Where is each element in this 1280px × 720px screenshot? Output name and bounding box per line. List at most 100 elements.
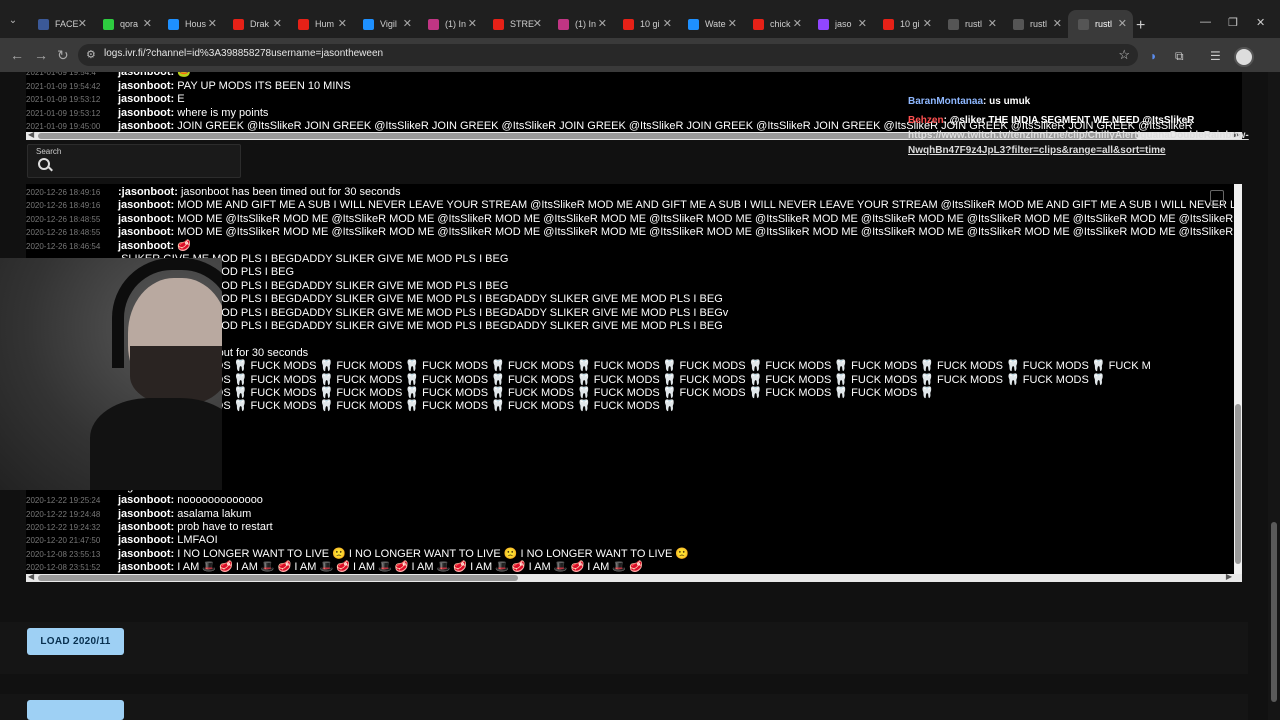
tab-search-icon[interactable]: ⌄ (4, 12, 22, 30)
tab-favicon-icon (1078, 18, 1089, 30)
browser-tab[interactable]: Hous ✕ (158, 10, 223, 38)
log-message: PAY UP MODS ITS BEEN 10 MINS (177, 79, 351, 92)
profile-avatar[interactable] (1234, 47, 1254, 67)
page-scrollbar[interactable] (1268, 72, 1280, 720)
log-line: 2020-12-20 21:47:50 jasonboot: LMFAOI (26, 534, 218, 547)
browser-tab[interactable]: Vigil ✕ (353, 10, 418, 38)
log-message: MOD ME @ItsSlikeR MOD ME @ItsSlikeR MOD … (177, 212, 1242, 225)
extensions-puzzle-icon[interactable]: ⧉ (1175, 49, 1184, 64)
restore-icon[interactable]: ❐ (1228, 16, 1238, 29)
log-timestamp: 2020-12-26 18:48:55 (26, 214, 101, 224)
scrollbar-thumb[interactable] (1235, 404, 1241, 564)
log-timestamp: 2020-12-20 21:47:50 (26, 536, 101, 546)
tab-favicon-icon (948, 18, 959, 30)
tab-close-icon[interactable]: ✕ (1118, 17, 1127, 30)
scrollbar-thumb[interactable] (38, 575, 518, 581)
tab-close-icon[interactable]: ✕ (858, 17, 867, 30)
close-window-icon[interactable]: ✕ (1256, 16, 1265, 29)
tab-close-icon[interactable]: ✕ (598, 17, 607, 30)
reload-icon[interactable]: ↻ (57, 47, 69, 64)
copy-icon[interactable] (1210, 190, 1224, 206)
extension-icon[interactable]: ◗ (1150, 49, 1157, 63)
tab-close-icon[interactable]: ✕ (1053, 17, 1062, 30)
new-tab-icon[interactable]: + (1136, 17, 1145, 35)
log-timestamp: 2020-12-26 18:49:16 (26, 201, 101, 211)
tab-close-icon[interactable]: ✕ (273, 17, 282, 30)
minimize-icon[interactable]: — (1200, 16, 1211, 28)
url-input[interactable]: ⚙ logs.ivr.fi/?channel=id%3A398858278use… (78, 44, 1138, 66)
tab-close-icon[interactable]: ✕ (208, 17, 217, 30)
page-scrollbar-thumb[interactable] (1271, 522, 1277, 702)
chat-username: Behzen (908, 115, 944, 126)
chat-link: https://www.twitch.tv/tenzinnizne/clip/C… (908, 130, 1249, 141)
back-icon[interactable]: ← (10, 47, 24, 63)
browser-tab[interactable]: rustl ✕ (1068, 10, 1133, 38)
log-message: nooooooooooooo (177, 494, 263, 507)
load-section-next (0, 694, 1248, 720)
log-username: :jasonboot: (118, 186, 178, 198)
tab-favicon-icon (493, 18, 504, 30)
log-message: MOD ME AND GIFT ME A SUB I WILL NEVER LE… (177, 199, 1242, 212)
forward-icon[interactable]: → (34, 47, 48, 63)
scroll-left-icon[interactable]: ◀ (28, 130, 34, 139)
browser-tab[interactable]: 10 gi ✕ (613, 10, 678, 38)
log-username: jasonboot: (118, 521, 175, 533)
log-username: jasonboot: (118, 239, 175, 252)
browser-tab[interactable]: STRE ✕ (483, 10, 548, 38)
tab-strip: ⌄ FACE ✕ qora ✕ Hous ✕ Drak ✕ Hum ✕ Vigil ✕ (1) In ✕ S… (0, 0, 1280, 38)
vertical-scrollbar[interactable] (1234, 184, 1242, 574)
tab-close-icon[interactable]: ✕ (78, 17, 87, 30)
tab-close-icon[interactable]: ✕ (988, 17, 997, 30)
browser-tab[interactable]: FACE ✕ (28, 10, 93, 38)
log-timestamp: 2021-01-09 19:54:42 (26, 81, 101, 91)
search-field[interactable]: Search (27, 144, 241, 178)
load-more-button-next[interactable] (27, 700, 124, 720)
log-line: 2020-12-26 18:48:55 jasonboot: MOD ME @It… (26, 226, 1242, 239)
tab-favicon-icon (103, 18, 114, 30)
log-line: 2020-12-26 18:46:54 jasonboot: 🥩 (26, 240, 191, 253)
site-info-icon[interactable]: ⚙ (86, 48, 96, 61)
tab-favicon-icon (363, 18, 374, 30)
tab-close-icon[interactable]: ✕ (793, 17, 802, 30)
browser-tab[interactable]: Wate ✕ (678, 10, 743, 38)
tab-close-icon[interactable]: ✕ (663, 17, 672, 30)
log-username: jasonboot: (118, 212, 175, 225)
log-line: 2021-01-09 19:54:4 jasonboot: 🐸 (26, 72, 191, 79)
browser-tab[interactable]: jaso ✕ (808, 10, 873, 38)
log-line: 2020-12-22 19:24:48 jasonboot: asalama la… (26, 508, 251, 521)
tab-favicon-icon (558, 18, 569, 30)
tab-favicon-icon (883, 18, 894, 30)
log-username: jasonboot: (118, 561, 175, 574)
browser-tab[interactable]: (1) In ✕ (548, 10, 613, 38)
browser-tab[interactable]: rustl ✕ (938, 10, 1003, 38)
tab-close-icon[interactable]: ✕ (728, 17, 737, 30)
browser-tab[interactable]: rustl ✕ (1003, 10, 1068, 38)
scroll-left-icon[interactable]: ◀ (28, 572, 34, 581)
log-message: I NO LONGER WANT TO LIVE 🙁 I NO LONGER W… (177, 547, 690, 560)
load-more-button[interactable]: LOAD 2020/11 (27, 628, 124, 655)
browser-tab[interactable]: (1) In ✕ (418, 10, 483, 38)
tab-close-icon[interactable]: ✕ (468, 17, 477, 30)
log-line: 2020-12-08 23:51:52 jasonboot: I AM 🎩 🥩 I… (26, 561, 643, 574)
tab-close-icon[interactable]: ✕ (403, 17, 412, 30)
tab-close-icon[interactable]: ✕ (533, 17, 542, 30)
search-icon (38, 158, 50, 170)
log-line: 2020-12-22 19:25:24 jasonboot: nooooooooo… (26, 494, 263, 507)
log-message: ODS 🦷 FUCK MODS 🦷 FUCK MODS 🦷 FUCK MODS … (121, 387, 934, 399)
bookmark-star-icon[interactable]: ☆ (1118, 47, 1130, 63)
log-message: 🐸 (177, 72, 191, 78)
tab-close-icon[interactable]: ✕ (923, 17, 932, 30)
browser-tab[interactable]: Hum ✕ (288, 10, 353, 38)
scroll-right-icon[interactable]: ▶ (1226, 572, 1232, 581)
tab-close-icon[interactable]: ✕ (338, 17, 347, 30)
browser-tab[interactable]: chick ✕ (743, 10, 808, 38)
horizontal-scrollbar[interactable]: ◀ ▶ (26, 572, 1242, 582)
log-message: E (177, 93, 185, 105)
browser-tab[interactable]: Drak ✕ (223, 10, 288, 38)
tab-favicon-icon (623, 18, 634, 30)
log-message: MOD ME @ItsSlikeR MOD ME @ItsSlikeR MOD … (177, 226, 1242, 239)
media-control-icon[interactable]: ☰ (1210, 49, 1221, 63)
tab-close-icon[interactable]: ✕ (143, 17, 152, 30)
browser-tab[interactable]: qora ✕ (93, 10, 158, 38)
browser-tab[interactable]: 10 gi ✕ (873, 10, 938, 38)
